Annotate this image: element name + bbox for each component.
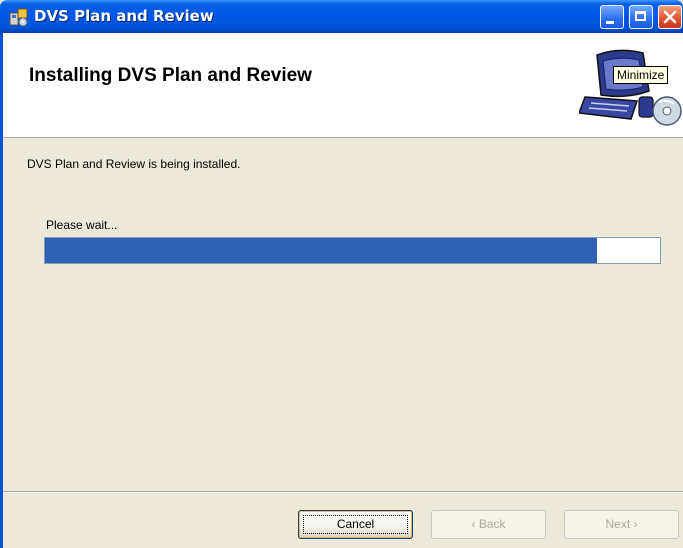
cancel-button[interactable]: Cancel [298,510,413,539]
close-button[interactable] [658,5,682,29]
window-title: DVS Plan and Review [34,7,214,25]
next-button[interactable]: Next › [564,510,679,539]
back-button[interactable]: ‹ Back [431,510,546,539]
title-bar[interactable]: DVS Plan and Review [0,0,683,33]
banner-title: Installing DVS Plan and Review [29,65,312,86]
progress-label: Please wait... [46,218,118,232]
progress-fill [45,238,598,263]
install-progress-bar [44,237,661,264]
header-banner: Installing DVS Plan and Review [3,33,683,138]
next-button-label: Next › [605,517,638,531]
installer-window: DVS Plan and Review Installing DVS Plan … [0,0,683,548]
maximize-button[interactable] [629,5,653,29]
cancel-button-label: Cancel [336,517,375,531]
installer-icon [9,8,28,27]
button-separator [3,491,683,493]
back-button-label: ‹ Back [471,517,506,531]
computer-cd-icon [579,49,682,126]
status-message: DVS Plan and Review is being installed. [27,157,241,171]
minimize-button[interactable] [600,5,624,29]
close-icon [663,10,677,24]
minimize-tooltip: Minimize [613,66,669,84]
